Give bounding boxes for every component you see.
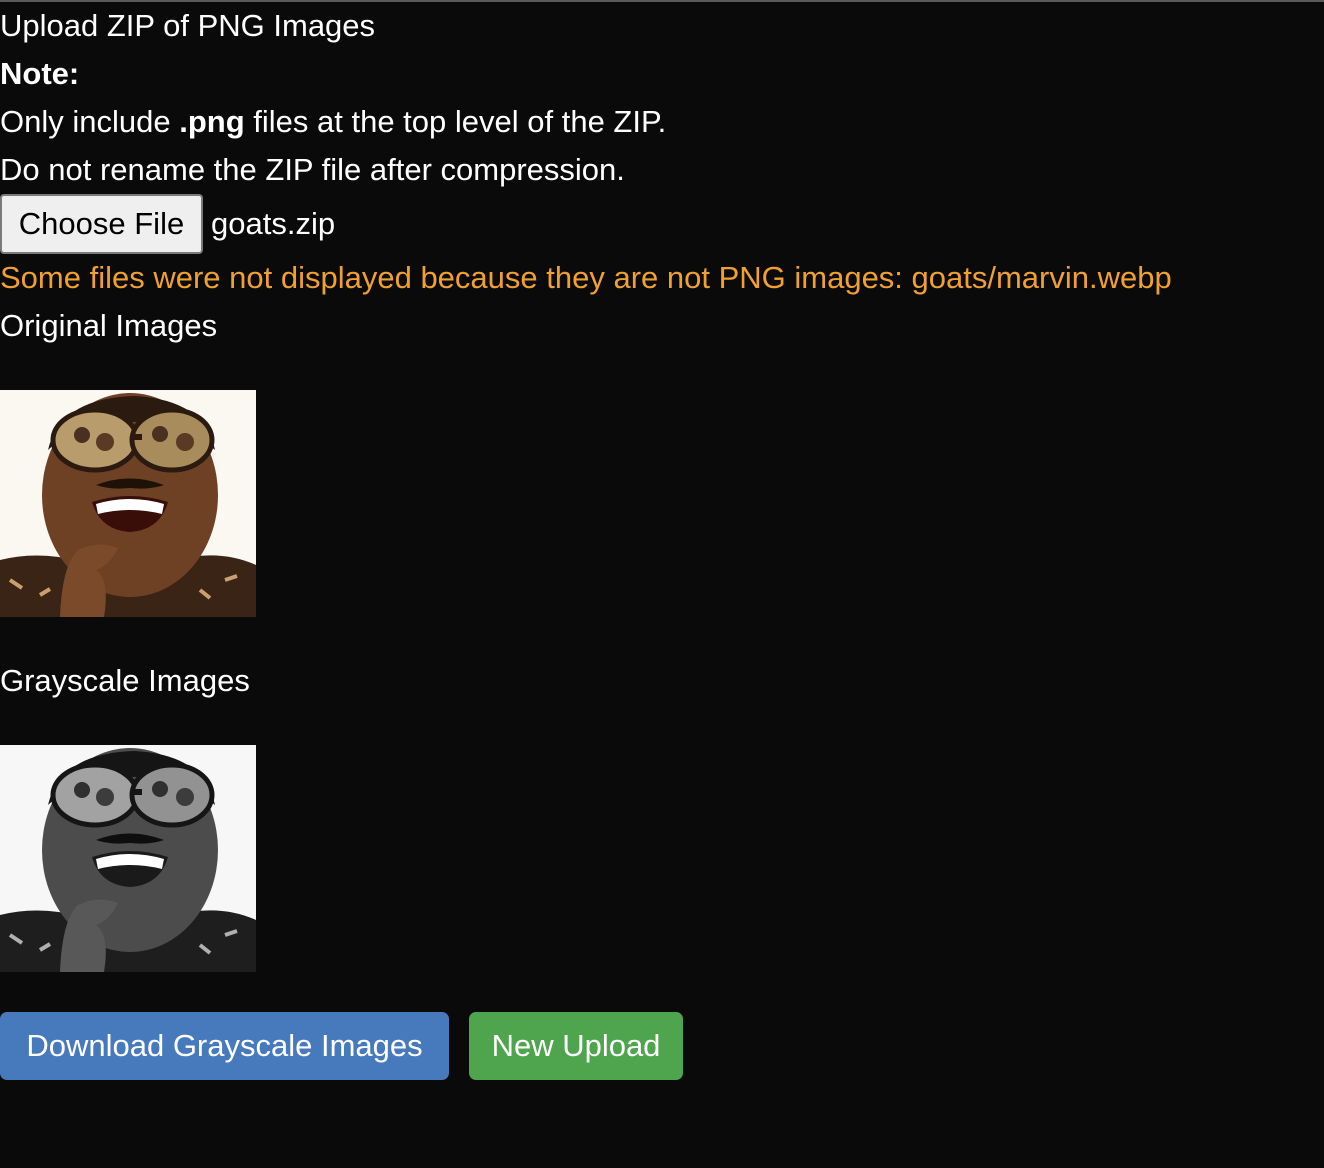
top-border [0,0,1324,2]
page-title: Upload ZIP of PNG Images [0,8,376,43]
note-text-after: files at the top level of the ZIP. [244,104,667,139]
note-line-rename: Do not rename the ZIP file after compres… [0,152,625,187]
note-label: Note: [0,56,80,91]
download-grayscale-button[interactable]: Download Grayscale Images [0,1012,449,1080]
file-input[interactable]: Choose File goats.zip [0,194,335,254]
non-png-warning: Some files were not displayed because th… [0,260,1172,295]
original-image-thumbnail [0,390,256,617]
grayscale-images-heading: Grayscale Images [0,663,250,698]
selected-file-name: goats.zip [211,206,336,241]
original-images-heading: Original Images [0,308,218,343]
choose-file-button[interactable]: Choose File [0,194,203,254]
note-line-png-only: Only include .png files at the top level… [0,102,666,142]
grayscale-image-thumbnail [0,745,256,972]
note-text-before: Only include [0,104,180,139]
new-upload-button[interactable]: New Upload [469,1012,683,1080]
png-extension: .png [179,104,245,139]
